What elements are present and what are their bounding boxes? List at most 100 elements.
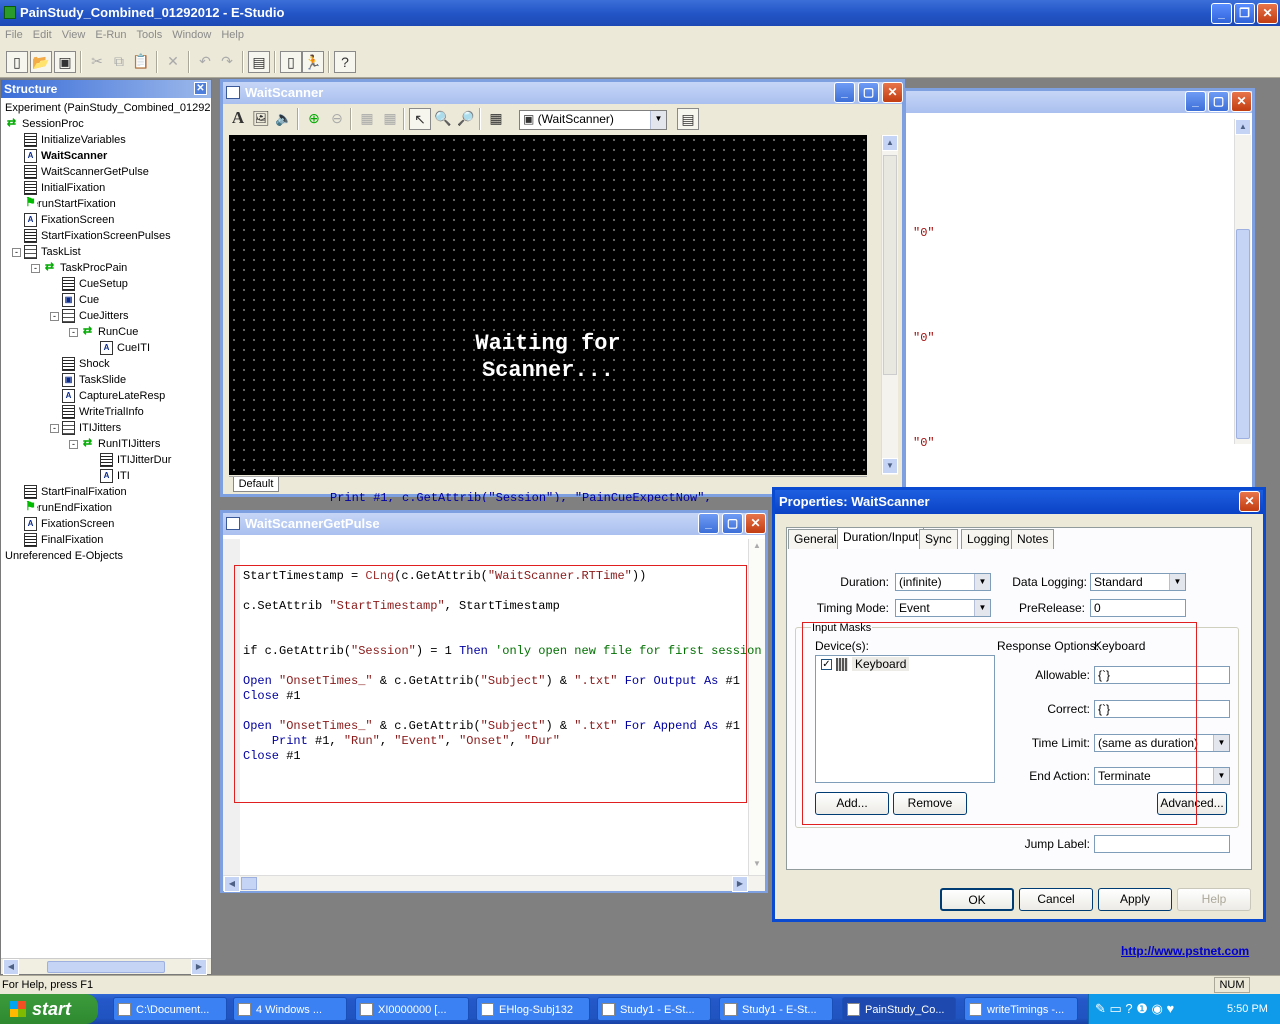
collapse-icon[interactable]: -: [50, 423, 59, 433]
tree-item[interactable]: StartFinalFixation: [24, 484, 127, 500]
scroll-thumb[interactable]: [883, 155, 897, 375]
menu-file[interactable]: File: [0, 26, 28, 44]
menu-edit[interactable]: Edit: [28, 26, 57, 44]
tree-item[interactable]: A WaitScanner: [24, 148, 107, 164]
jump-label-field[interactable]: [1094, 835, 1230, 853]
tab-notes[interactable]: Notes: [1011, 529, 1055, 549]
cancel-button[interactable]: Cancel: [1019, 888, 1093, 911]
scroll-thumb[interactable]: [1236, 229, 1250, 439]
menu-view[interactable]: View: [57, 26, 91, 44]
taskbar-button[interactable]: Study1 - E-St...: [597, 997, 711, 1021]
tree-item[interactable]: A CueITI: [100, 340, 150, 356]
tree-item[interactable]: ⚑ RerunEndFixation: [24, 500, 112, 516]
timing-mode-select[interactable]: Event ▼: [895, 599, 991, 617]
duration-select[interactable]: (infinite) ▼: [895, 573, 991, 591]
add-state-icon[interactable]: ⊕: [303, 108, 325, 130]
generate-script-icon[interactable]: ▯: [280, 51, 302, 73]
tree-item[interactable]: Experiment (PainStudy_Combined_01292: [5, 100, 210, 116]
tab-default[interactable]: Default: [233, 477, 279, 492]
maximize-icon[interactable]: ▢: [1208, 91, 1229, 112]
chevron-down-icon[interactable]: ▼: [1213, 735, 1229, 751]
menu-erun[interactable]: E-Run: [90, 26, 131, 44]
save-icon[interactable]: ▣: [54, 51, 76, 73]
sound-tool-icon[interactable]: 🔈: [273, 108, 295, 130]
tree-item[interactable]: - ⇄ TaskProcPain: [31, 260, 127, 276]
tree-item[interactable]: - ⇄ RunITIJitters: [69, 436, 160, 452]
tab-sync[interactable]: Sync: [919, 529, 958, 549]
restore-icon[interactable]: ❐: [1234, 3, 1255, 24]
tree-item[interactable]: ▣ TaskSlide: [62, 372, 126, 388]
tree-item[interactable]: Unreferenced E-Objects: [5, 548, 123, 564]
scroll-up-icon[interactable]: ▲: [753, 541, 761, 550]
text-tool-icon[interactable]: A: [227, 108, 249, 130]
tree-item[interactable]: - TaskList: [12, 244, 81, 260]
chevron-down-icon[interactable]: ▼: [974, 600, 990, 616]
zoom-in-icon[interactable]: 🔍: [432, 108, 454, 130]
send-back-icon[interactable]: ▦: [379, 108, 401, 130]
tab-logging[interactable]: Logging: [961, 529, 1016, 549]
properties-icon[interactable]: ▤: [248, 51, 270, 73]
minimize-icon[interactable]: _: [1185, 91, 1206, 112]
tree-item[interactable]: ▣ Cue: [62, 292, 99, 308]
grid-icon[interactable]: ▦: [485, 108, 507, 130]
taskbar-button[interactable]: 4 Windows ...: [233, 997, 347, 1021]
minimize-icon[interactable]: _: [1211, 3, 1232, 24]
chevron-down-icon[interactable]: ▼: [1169, 574, 1185, 590]
tree-item[interactable]: InitialFixation: [24, 180, 105, 196]
tree-item[interactable]: WriteTrialInfo: [62, 404, 144, 420]
minimize-icon[interactable]: _: [834, 82, 855, 103]
taskbar-button[interactable]: Study1 - E-St...: [719, 997, 833, 1021]
scroll-right-icon[interactable]: ▶: [191, 959, 207, 975]
maximize-icon[interactable]: ▢: [858, 82, 879, 103]
canvas-vertical-scrollbar[interactable]: ▲ ▼: [881, 135, 898, 475]
close-icon[interactable]: ✕: [194, 82, 207, 95]
tree-item[interactable]: - ITIJitters: [50, 420, 121, 436]
structure-horizontal-scrollbar[interactable]: ◀ ▶: [1, 958, 211, 975]
taskbar-button[interactable]: EHlog-Subj132: [476, 997, 590, 1021]
collapse-icon[interactable]: -: [50, 311, 59, 321]
prerelease-field[interactable]: 0: [1090, 599, 1186, 617]
chevron-down-icon[interactable]: ▼: [650, 111, 666, 129]
ok-button[interactable]: OK: [940, 888, 1014, 911]
pstnet-link[interactable]: http://www.pstnet.com: [1121, 944, 1249, 958]
tree-item[interactable]: A ITI: [100, 468, 130, 484]
tree-item[interactable]: A FixationScreen: [24, 516, 114, 532]
collapse-icon[interactable]: -: [69, 327, 78, 337]
image-tool-icon[interactable]: 🖼: [250, 108, 272, 130]
vertical-scrollbar[interactable]: ▲: [1234, 119, 1251, 444]
copy-icon[interactable]: ⧉: [108, 51, 130, 73]
select-tool-icon[interactable]: ↖: [409, 108, 431, 130]
scroll-right-icon[interactable]: ▶: [732, 876, 748, 892]
scroll-left-icon[interactable]: ◀: [3, 959, 19, 975]
collapse-icon[interactable]: -: [69, 439, 78, 449]
help-icon[interactable]: ?: [334, 51, 356, 73]
delete-icon[interactable]: ✕: [162, 51, 184, 73]
start-button[interactable]: start: [0, 994, 98, 1024]
tree-item[interactable]: - CueJitters: [50, 308, 129, 324]
scroll-up-icon[interactable]: ▲: [882, 135, 898, 151]
bring-front-icon[interactable]: ▦: [356, 108, 378, 130]
maximize-icon[interactable]: ▢: [722, 513, 743, 534]
tree-item[interactable]: ITIJitterDur: [100, 452, 171, 468]
scroll-down-icon[interactable]: ▼: [753, 859, 761, 868]
cut-icon[interactable]: ✂: [86, 51, 108, 73]
editor-horizontal-scrollbar[interactable]: ◀ ▶: [223, 875, 765, 892]
menu-tools[interactable]: Tools: [132, 26, 168, 44]
tree-item[interactable]: FinalFixation: [24, 532, 103, 548]
redo-icon[interactable]: ↷: [216, 51, 238, 73]
tree-item[interactable]: WaitScannerGetPulse: [24, 164, 149, 180]
tree-item[interactable]: CueSetup: [62, 276, 128, 292]
tree-item[interactable]: ⚑ RerunStartFixation: [24, 196, 116, 212]
scroll-thumb[interactable]: [241, 877, 257, 890]
minimize-icon[interactable]: _: [698, 513, 719, 534]
tree-item[interactable]: StartFixationScreenPulses: [24, 228, 171, 244]
tray-icons[interactable]: ✎ ▭ ? ❶ ◉ ♥: [1095, 994, 1174, 1024]
menu-help[interactable]: Help: [216, 26, 249, 44]
scroll-down-icon[interactable]: ▼: [882, 458, 898, 474]
close-icon[interactable]: ✕: [1239, 491, 1260, 512]
paste-icon[interactable]: 📋: [130, 51, 152, 73]
collapse-icon[interactable]: -: [31, 263, 40, 273]
scroll-up-icon[interactable]: ▲: [1235, 119, 1251, 135]
taskbar-button[interactable]: C:\Document...: [113, 997, 227, 1021]
tree-item[interactable]: - ⇄ RunCue: [69, 324, 138, 340]
